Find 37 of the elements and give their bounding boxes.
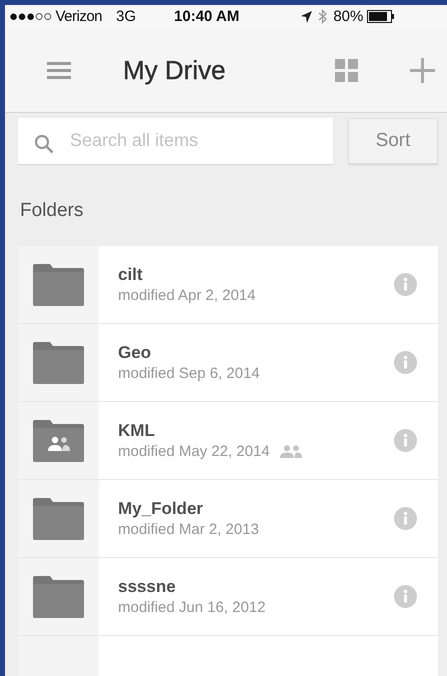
network-type: 3G xyxy=(116,8,136,26)
page-title: My Drive xyxy=(123,54,227,86)
info-icon[interactable] xyxy=(394,351,416,374)
modified-date: modified Apr 2, 2014 xyxy=(118,287,256,304)
section-heading: Folders xyxy=(19,199,84,224)
modified-date: modified Sep 6, 2014 xyxy=(118,365,260,382)
battery-percent: 80% xyxy=(333,8,364,26)
info-icon[interactable] xyxy=(394,273,416,296)
folder-name: ssssne xyxy=(118,577,177,597)
search-icon xyxy=(34,134,54,154)
info-icon[interactable] xyxy=(394,429,416,452)
folder-name: Geo xyxy=(118,343,152,363)
location-arrow-icon xyxy=(301,10,312,23)
folder-row[interactable]: ssssne modified Jun 16, 2012 xyxy=(18,558,438,635)
folder-icon xyxy=(33,264,84,306)
folder-icon xyxy=(33,342,84,384)
folder-row[interactable] xyxy=(18,636,438,676)
bluetooth-icon xyxy=(318,9,328,24)
folder-row[interactable]: cilt modified Apr 2, 2014 xyxy=(18,246,438,323)
info-icon[interactable] xyxy=(394,585,416,608)
carrier-signal: ●●●○○ Verizon xyxy=(9,8,102,26)
folder-name: My_Folder xyxy=(118,499,204,519)
folder-name: KML xyxy=(118,421,156,441)
folder-row[interactable]: Geo modified Sep 6, 2014 xyxy=(18,324,438,401)
battery-icon xyxy=(367,10,396,24)
folder-row[interactable]: My_Folder modified Mar 2, 2013 xyxy=(18,480,438,557)
info-icon[interactable] xyxy=(394,507,416,530)
clock-time: 10:40 AM xyxy=(174,8,240,26)
folder-row[interactable]: KML modified May 22, 2014 xyxy=(18,402,438,479)
modified-date: modified Jun 16, 2012 xyxy=(118,599,266,616)
search-field[interactable]: Search all items xyxy=(18,118,333,164)
shared-folder-icon xyxy=(33,420,84,462)
folder-icon xyxy=(33,498,84,540)
modified-date: modified May 22, 2014 xyxy=(118,443,270,460)
folder-name: cilt xyxy=(118,265,144,285)
folder-icon xyxy=(33,576,84,618)
modified-date: modified Mar 2, 2013 xyxy=(118,521,259,538)
